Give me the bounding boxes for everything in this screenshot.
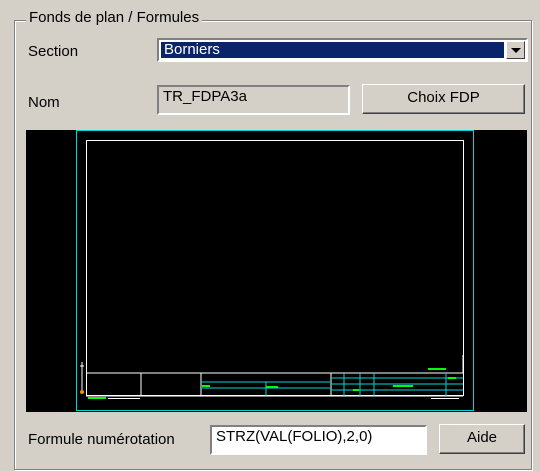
drawing-sheet-icon	[76, 130, 474, 411]
nom-label: Nom	[28, 94, 60, 111]
choose-fdp-button[interactable]: Choix FDP	[362, 84, 525, 114]
groupbox-title: Fonds de plan / Formules	[26, 9, 203, 27]
formula-input[interactable]: STRZ(VAL(FOLIO),2,0)	[210, 425, 427, 455]
formula-label: Formule numérotation	[28, 431, 175, 448]
dropdown-arrow-button[interactable]	[506, 41, 525, 59]
sheet-preview	[26, 130, 527, 412]
section-label: Section	[28, 43, 79, 60]
help-button[interactable]: Aide	[439, 424, 525, 454]
section-selected-value: Borniers	[161, 42, 504, 58]
section-dropdown[interactable]: Borniers	[157, 38, 528, 62]
nom-field: TR_FDPA3a	[157, 85, 350, 115]
chevron-down-icon	[510, 47, 521, 53]
